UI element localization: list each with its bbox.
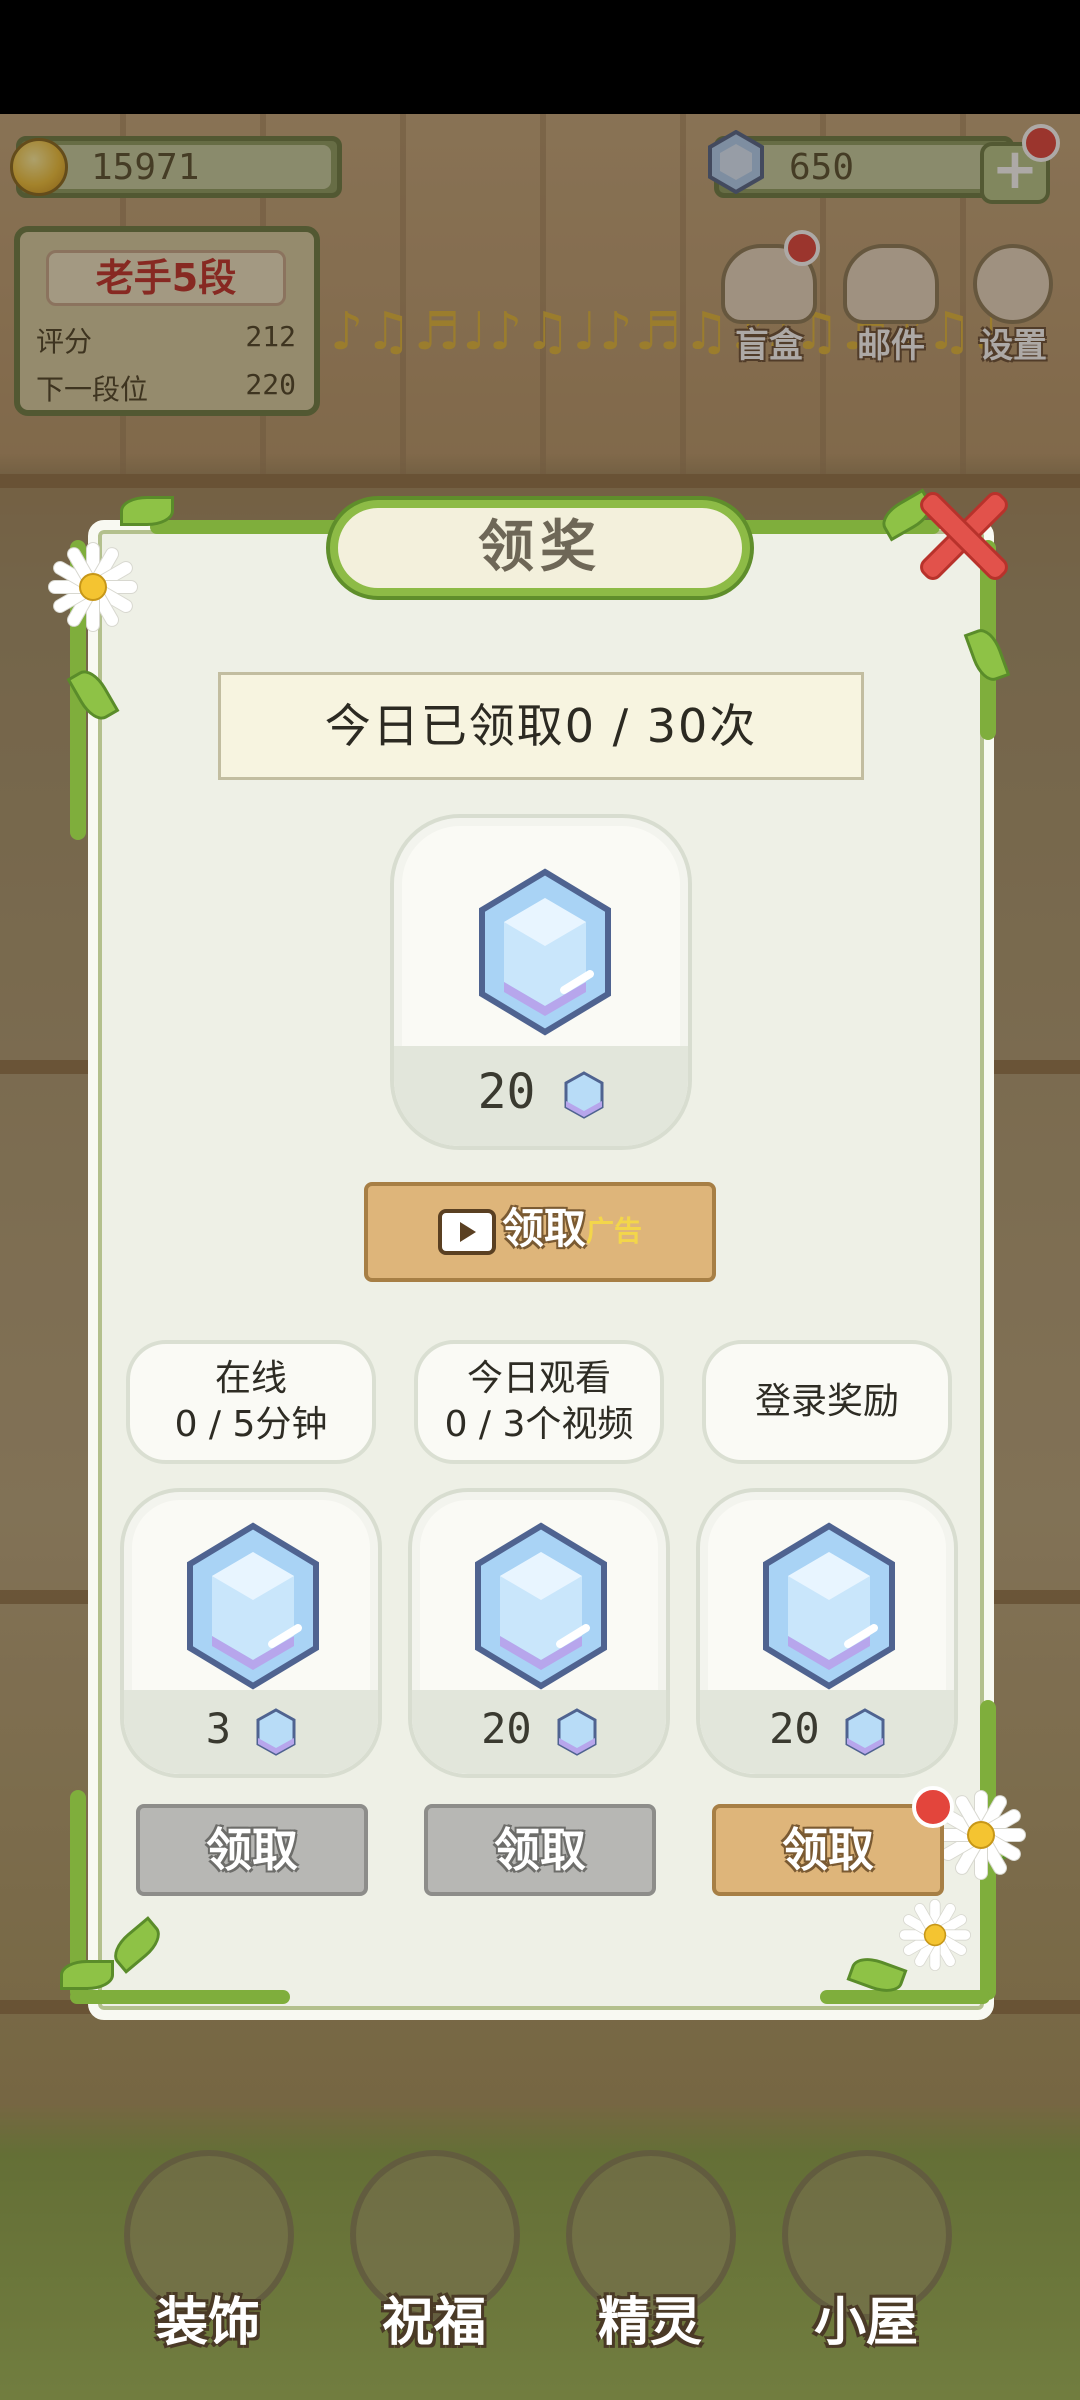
gem-icon xyxy=(763,1522,895,1690)
gem-icon xyxy=(187,1522,319,1690)
nav-decorate-label: 装饰 xyxy=(155,2293,260,2353)
main-reward-amount: 20 xyxy=(394,1064,688,1120)
ad-claim-label: 领取 xyxy=(501,1204,586,1253)
task-video-label: 今日观看 0 / 3个视频 xyxy=(414,1340,664,1464)
daisy-decoration xyxy=(48,542,138,632)
task-reward-amount: 20 xyxy=(700,1704,954,1756)
daily-claim-count: 今日已领取0 / 30次 xyxy=(218,672,864,780)
task-title: 今日观看 xyxy=(466,1358,611,1399)
nav-cottage-label: 小屋 xyxy=(813,2293,918,2353)
gem-icon xyxy=(564,1071,604,1119)
task-reward-amount: 3 xyxy=(124,1704,378,1756)
task-reward-card: 3 xyxy=(120,1488,382,1778)
vine-decoration xyxy=(150,520,340,534)
nav-spirit[interactable]: 精灵 xyxy=(550,2150,750,2353)
nav-blessing[interactable]: 祝福 xyxy=(334,2150,534,2353)
leaf-decoration xyxy=(60,1960,114,1990)
task-title: 登录奖励 xyxy=(754,1381,899,1422)
task-reward-card: 20 xyxy=(696,1488,958,1778)
task-reward-amount: 20 xyxy=(412,1704,666,1756)
nav-cottage[interactable]: 小屋 xyxy=(766,2150,966,2353)
gem-icon xyxy=(479,868,611,1036)
nav-spirit-label: 精灵 xyxy=(597,2293,702,2353)
task-login-label: 登录奖励 xyxy=(702,1340,952,1464)
task-reward-card: 20 xyxy=(408,1488,670,1778)
claim-online-button[interactable]: 领取 xyxy=(136,1804,368,1896)
task-progress: 0 / 5分钟 xyxy=(174,1404,328,1445)
task-online-label: 在线 0 / 5分钟 xyxy=(126,1340,376,1464)
close-button[interactable] xyxy=(910,484,1014,588)
leaf-decoration xyxy=(120,496,174,526)
notification-dot xyxy=(912,1786,954,1828)
daisy-decoration xyxy=(899,1899,971,1971)
modal-title: 领奖 xyxy=(330,500,750,596)
gem-icon xyxy=(475,1522,607,1690)
status-bar xyxy=(0,0,1080,114)
gem-icon xyxy=(845,1707,885,1756)
gem-icon xyxy=(256,1707,296,1756)
task-progress: 0 / 3个视频 xyxy=(444,1404,634,1445)
task-title: 在线 xyxy=(214,1358,287,1399)
ad-claim-button[interactable]: 领取广告 xyxy=(364,1182,716,1282)
claim-login-button[interactable]: 领取 xyxy=(712,1804,944,1896)
claim-video-button[interactable]: 领取 xyxy=(424,1804,656,1896)
vine-decoration xyxy=(820,1990,990,2004)
main-reward-card: 20 xyxy=(390,814,692,1150)
ad-tag: 广告 xyxy=(586,1214,643,1248)
tv-play-icon xyxy=(437,1208,496,1255)
nav-blessing-label: 祝福 xyxy=(381,2293,486,2353)
gem-icon xyxy=(557,1707,597,1756)
nav-decorate[interactable]: 装饰 xyxy=(108,2150,308,2353)
vine-decoration xyxy=(70,1990,290,2004)
